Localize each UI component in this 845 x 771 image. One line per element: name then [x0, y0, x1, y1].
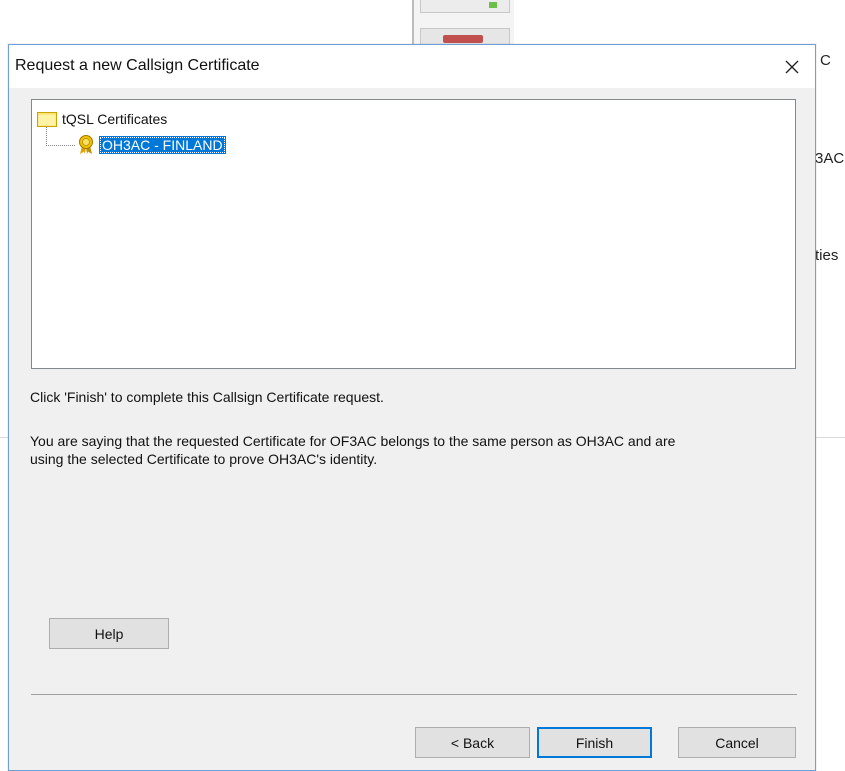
button-separator [31, 694, 797, 695]
background-text: ties [815, 247, 839, 264]
certificate-request-dialog: Request a new Callsign Certificate tQSL … [8, 44, 816, 771]
finish-instruction-text: Click 'Finish' to complete this Callsign… [30, 389, 384, 405]
certificate-tree[interactable]: tQSL Certificates OH3AC - FINLAND [31, 99, 796, 369]
background-text: C [820, 52, 831, 69]
background-text: 3AC [815, 150, 845, 167]
identity-statement-text: You are saying that the requested Certif… [30, 433, 676, 467]
background-divider-left [0, 437, 8, 438]
tree-node-root[interactable]: tQSL Certificates [37, 110, 167, 128]
dialog-title: Request a new Callsign Certificate [15, 57, 260, 74]
close-button[interactable] [769, 45, 815, 88]
back-button[interactable]: < Back [415, 727, 530, 758]
certificate-icon [79, 135, 93, 154]
background-divider-right [815, 437, 845, 438]
cancel-button[interactable]: Cancel [678, 727, 796, 758]
close-icon [785, 60, 799, 73]
help-button[interactable]: Help [49, 618, 169, 649]
dialog-titlebar[interactable]: Request a new Callsign Certificate [9, 45, 815, 88]
tree-root-label: tQSL Certificates [62, 111, 168, 127]
tree-certificate-label[interactable]: OH3AC - FINLAND [99, 136, 226, 154]
finish-button[interactable]: Finish [537, 727, 652, 758]
tree-connector-line [46, 127, 75, 146]
tree-node-certificate[interactable]: OH3AC - FINLAND [77, 135, 226, 155]
background-toolbar-button[interactable] [420, 0, 510, 13]
folder-icon [37, 111, 57, 127]
